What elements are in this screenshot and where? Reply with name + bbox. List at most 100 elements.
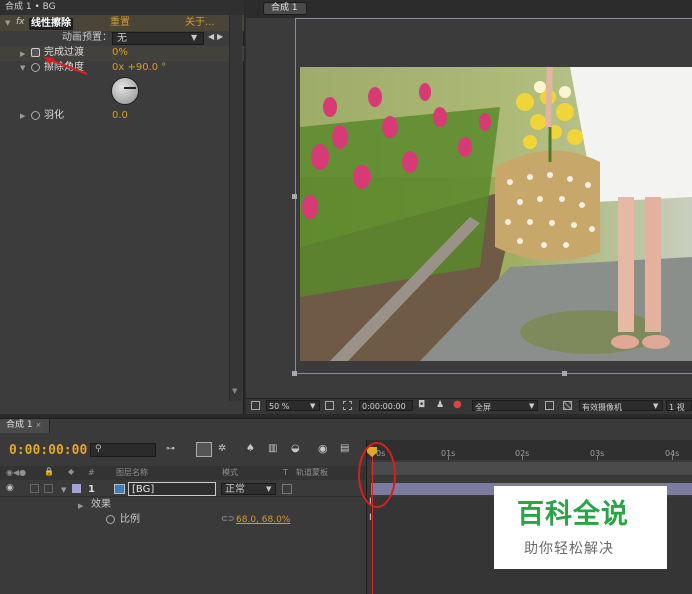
resolution-dropdown[interactable]: 全屏 ▼ xyxy=(472,400,538,412)
stopwatch-icon-active[interactable] xyxy=(31,48,40,57)
ruler-tick xyxy=(448,455,449,460)
label-icon[interactable]: ◆ xyxy=(68,468,74,476)
dropdown-arrow-icon: ▼ xyxy=(310,402,316,410)
layer-index: 1 xyxy=(88,484,95,495)
column-t[interactable]: T xyxy=(283,469,288,477)
lock-toggle[interactable] xyxy=(44,484,53,493)
column-layer-name[interactable]: 图层名称 xyxy=(116,469,148,477)
fast-preview-icon[interactable] xyxy=(545,401,554,410)
stopwatch-icon[interactable] xyxy=(31,63,40,72)
lock-icon[interactable]: 🔒 xyxy=(44,468,54,476)
stopwatch-icon[interactable] xyxy=(31,111,40,120)
annotation-arrow-icon xyxy=(44,57,88,76)
preserve-transparency-toggle[interactable] xyxy=(282,484,292,494)
twirl-right-icon[interactable]: ▶ xyxy=(78,502,83,510)
blend-mode-dropdown[interactable]: 正常 ▼ xyxy=(221,483,276,495)
frame-blending-icon[interactable]: ▥ xyxy=(268,444,277,454)
zoom-dropdown[interactable]: 50 % ▼ xyxy=(266,400,320,411)
twirl-right-icon[interactable]: ▶ xyxy=(20,112,25,120)
fx-icon[interactable]: fx xyxy=(16,18,25,27)
region-of-interest-icon[interactable] xyxy=(343,401,352,410)
photo-illustration xyxy=(300,67,692,361)
search-icon: ⚲ xyxy=(95,444,102,454)
live-update-icon[interactable] xyxy=(196,442,212,457)
reset-link[interactable]: 重置 xyxy=(110,18,130,28)
composition-image xyxy=(300,67,692,361)
scale-value[interactable]: 68.0, 68.0% xyxy=(236,516,290,525)
property-value[interactable]: 0x +90.0 ° xyxy=(112,63,166,73)
scale-property-name: 比例 xyxy=(120,514,140,525)
scroll-down-icon[interactable]: ▼ xyxy=(232,388,237,395)
brainstorm-icon[interactable]: ▤ xyxy=(340,444,349,454)
blend-mode-value: 正常 xyxy=(225,484,245,495)
column-track-matte[interactable]: 轨道蒙板 xyxy=(296,469,328,477)
about-link[interactable]: 关于... xyxy=(185,18,215,28)
effect-name-label: 线性擦除 xyxy=(29,18,73,30)
twirl-right-icon[interactable]: ▶ xyxy=(20,50,25,58)
preset-dropdown[interactable]: 无 ▼ xyxy=(112,32,204,45)
transparency-grid-icon[interactable] xyxy=(563,401,572,410)
effects-group-label[interactable]: 效果 xyxy=(91,500,111,510)
view-layout-dropdown[interactable]: 1 视 xyxy=(666,400,692,412)
close-icon[interactable]: × xyxy=(35,421,41,429)
solo-toggle[interactable] xyxy=(30,484,39,493)
hide-shy-layers-icon[interactable]: ♠ xyxy=(246,444,255,454)
draft-3d-icon[interactable]: ✲ xyxy=(218,444,226,454)
dropdown-arrow-icon: ▼ xyxy=(529,402,535,410)
graph-editor-icon[interactable]: ◉ xyxy=(318,443,328,454)
fit-icon[interactable] xyxy=(325,401,334,410)
stopwatch-icon[interactable] xyxy=(106,515,115,524)
label-color-swatch[interactable] xyxy=(72,484,81,493)
effect-controls-title: 合成 1 • BG xyxy=(0,0,244,15)
channel-icon[interactable]: ● xyxy=(453,400,462,410)
angle-dial-needle xyxy=(124,87,136,89)
layer-name: [BG] xyxy=(132,484,155,495)
show-snapshot-icon[interactable]: ♟ xyxy=(436,401,444,410)
camera-snapshot-icon[interactable]: ◘ xyxy=(418,401,425,410)
effect-panel-scrollbar[interactable]: ▼ xyxy=(229,15,242,401)
current-time-display[interactable]: 0:00:00:00 xyxy=(359,400,413,411)
frame-handle[interactable] xyxy=(292,371,297,376)
dropdown-arrow-icon: ▼ xyxy=(653,402,659,410)
preset-next-icon[interactable]: ▶ xyxy=(217,33,223,41)
annotation-ellipse xyxy=(358,442,396,508)
preset-label: 动画预置： xyxy=(62,32,112,43)
layer-search-input[interactable]: ⚲ xyxy=(90,443,156,457)
property-value[interactable]: 0.0 xyxy=(112,111,128,121)
column-number: # xyxy=(88,468,95,477)
constrain-proportions-icon[interactable]: ⊂⊃ xyxy=(221,515,234,523)
motion-blur-icon[interactable]: ◒ xyxy=(291,444,300,454)
tab-timeline[interactable]: 合成 1 × xyxy=(0,419,50,433)
layer-name-field[interactable]: [BG] xyxy=(128,482,216,496)
camera-dropdown[interactable]: 有效摄像机 ▼ xyxy=(579,400,663,412)
camera-value: 有效摄像机 xyxy=(582,403,622,412)
timeline-tab-label: 合成 1 xyxy=(6,420,33,430)
time-ruler[interactable]: 0s 01s 02s 03s 04s xyxy=(367,440,692,460)
tab-composition[interactable]: 合成 1 xyxy=(263,2,307,15)
watermark-subtitle: 助你轻松解决 xyxy=(524,541,614,557)
work-area-bar[interactable] xyxy=(371,462,692,475)
preset-value: 无 xyxy=(117,33,127,44)
frame-handle[interactable] xyxy=(562,371,567,376)
layer-column-header: ◉◀● 🔒 ◆ # 图层名称 模式 T 轨道蒙板 xyxy=(0,466,366,480)
eye-icon[interactable]: ◉ xyxy=(6,484,14,493)
resolution-value: 全屏 xyxy=(475,403,491,412)
zoom-value: 50 % xyxy=(269,402,290,411)
watermark-title: 百科全说 xyxy=(517,499,629,530)
column-mode[interactable]: 模式 xyxy=(222,469,238,477)
composition-mini-flowchart-icon[interactable]: ⊶ xyxy=(166,445,175,454)
av-features-icon[interactable]: ◉◀● xyxy=(6,469,26,477)
always-preview-icon[interactable] xyxy=(251,401,260,410)
frame-handle[interactable] xyxy=(292,194,297,199)
angle-dial[interactable] xyxy=(111,77,139,105)
timeline-timecode[interactable]: 0:00:00:00 xyxy=(9,444,87,457)
twirl-down-icon[interactable]: ▼ xyxy=(20,64,25,72)
dropdown-arrow-icon: ▼ xyxy=(191,33,198,42)
twirl-down-icon[interactable]: ▼ xyxy=(5,19,10,27)
property-value[interactable]: 0% xyxy=(112,48,128,58)
ruler-tick xyxy=(672,455,673,460)
ruler-tick xyxy=(522,455,523,460)
ruler-tick xyxy=(597,455,598,460)
twirl-down-icon[interactable]: ▼ xyxy=(61,486,66,494)
preset-prev-icon[interactable]: ◀ xyxy=(208,33,214,41)
